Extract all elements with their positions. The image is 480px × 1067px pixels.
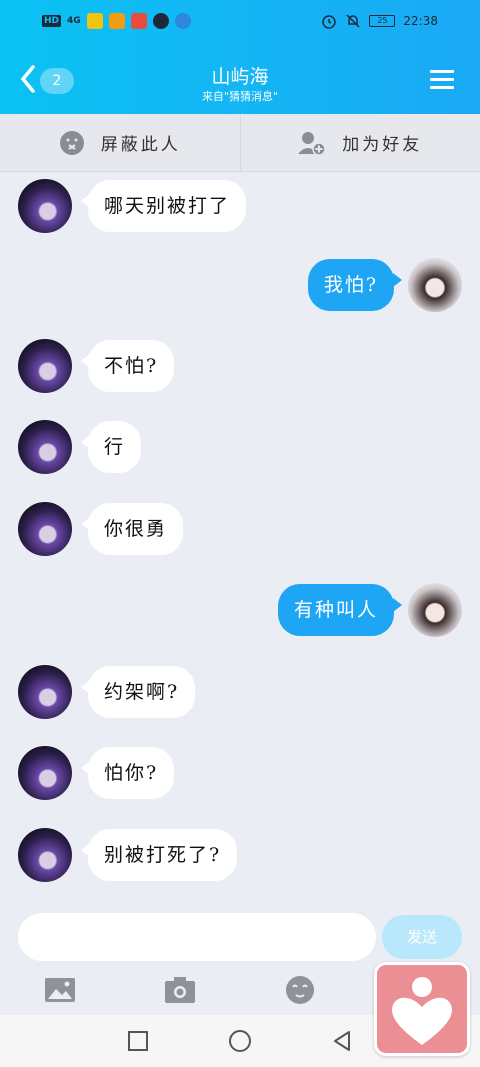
camera-icon[interactable]	[164, 975, 196, 1005]
floating-widget[interactable]	[374, 962, 470, 1056]
block-face-icon	[59, 130, 84, 155]
avatar[interactable]	[18, 746, 72, 800]
chat-bubble-icon	[152, 13, 169, 29]
message-input[interactable]	[18, 913, 376, 961]
alarm-icon	[322, 15, 337, 29]
browser-icon	[174, 13, 191, 29]
message-row-incoming: 你很勇	[18, 502, 184, 556]
unread-badge[interactable]: 2	[40, 68, 74, 94]
message-bubble[interactable]: 哪天别被打了	[80, 180, 247, 232]
message-list[interactable]: 哪天别被打了 我怕? 不怕? 行 你很勇 有种叫人 约架啊? 怕你? 别被打死了…	[0, 173, 480, 903]
avatar[interactable]	[18, 665, 72, 719]
avatar[interactable]	[18, 420, 72, 474]
composer: 发送	[0, 905, 480, 965]
add-friend-label: 加为好友	[342, 135, 423, 155]
weibo-icon	[86, 13, 103, 29]
app-icon	[108, 13, 125, 29]
avatar[interactable]	[408, 583, 462, 637]
action-bar: 屏蔽此人 加为好友	[0, 114, 480, 172]
back-nav-icon[interactable]	[330, 1029, 354, 1053]
message-row-incoming: 别被打死了?	[18, 828, 238, 882]
avatar[interactable]	[18, 179, 72, 233]
add-user-icon	[298, 131, 326, 156]
home-icon[interactable]	[228, 1029, 252, 1053]
message-bubble[interactable]: 我怕?	[307, 259, 403, 311]
back-arrow-icon[interactable]	[20, 64, 36, 94]
recent-apps-icon[interactable]	[126, 1029, 150, 1053]
send-button[interactable]: 发送	[382, 915, 462, 959]
avatar[interactable]	[18, 339, 72, 393]
signal-icon: 4G	[67, 16, 81, 26]
message-row-incoming: 不怕?	[18, 339, 175, 393]
mute-icon	[346, 14, 360, 28]
block-user-button[interactable]: 屏蔽此人	[0, 114, 240, 171]
message-bubble[interactable]: 约架啊?	[80, 666, 196, 718]
avatar[interactable]	[18, 502, 72, 556]
message-bubble[interactable]: 怕你?	[80, 747, 175, 799]
hd-indicator: HD	[42, 15, 62, 27]
message-bubble[interactable]: 有种叫人	[277, 584, 403, 636]
message-bubble[interactable]: 别被打死了?	[80, 829, 238, 881]
message-row-incoming: 怕你?	[18, 746, 175, 800]
message-bubble[interactable]: 不怕?	[80, 340, 175, 392]
emoji-icon[interactable]	[284, 975, 316, 1005]
page-subtitle: 来自"猜猜消息"	[201, 90, 279, 103]
status-time: 22:38	[403, 14, 438, 28]
battery-icon: 25	[369, 15, 396, 27]
add-friend-button[interactable]: 加为好友	[239, 114, 480, 171]
heart-person-icon	[392, 977, 452, 1045]
image-icon[interactable]	[44, 975, 76, 1005]
message-row-incoming: 约架啊?	[18, 665, 196, 719]
page-title: 山屿海	[211, 66, 269, 88]
message-row-outgoing: 我怕?	[307, 258, 462, 312]
message-bubble[interactable]: 你很勇	[80, 503, 184, 555]
status-bar: HD 4G 25 22:38	[0, 0, 480, 44]
message-row-incoming: 行	[18, 420, 142, 474]
avatar[interactable]	[18, 828, 72, 882]
menu-icon[interactable]	[430, 70, 454, 90]
message-row-outgoing: 有种叫人	[277, 583, 462, 637]
block-user-label: 屏蔽此人	[100, 135, 181, 155]
app-icon-2	[130, 13, 147, 29]
avatar[interactable]	[408, 258, 462, 312]
message-row-incoming: 哪天别被打了	[18, 179, 247, 233]
message-bubble[interactable]: 行	[80, 421, 142, 473]
